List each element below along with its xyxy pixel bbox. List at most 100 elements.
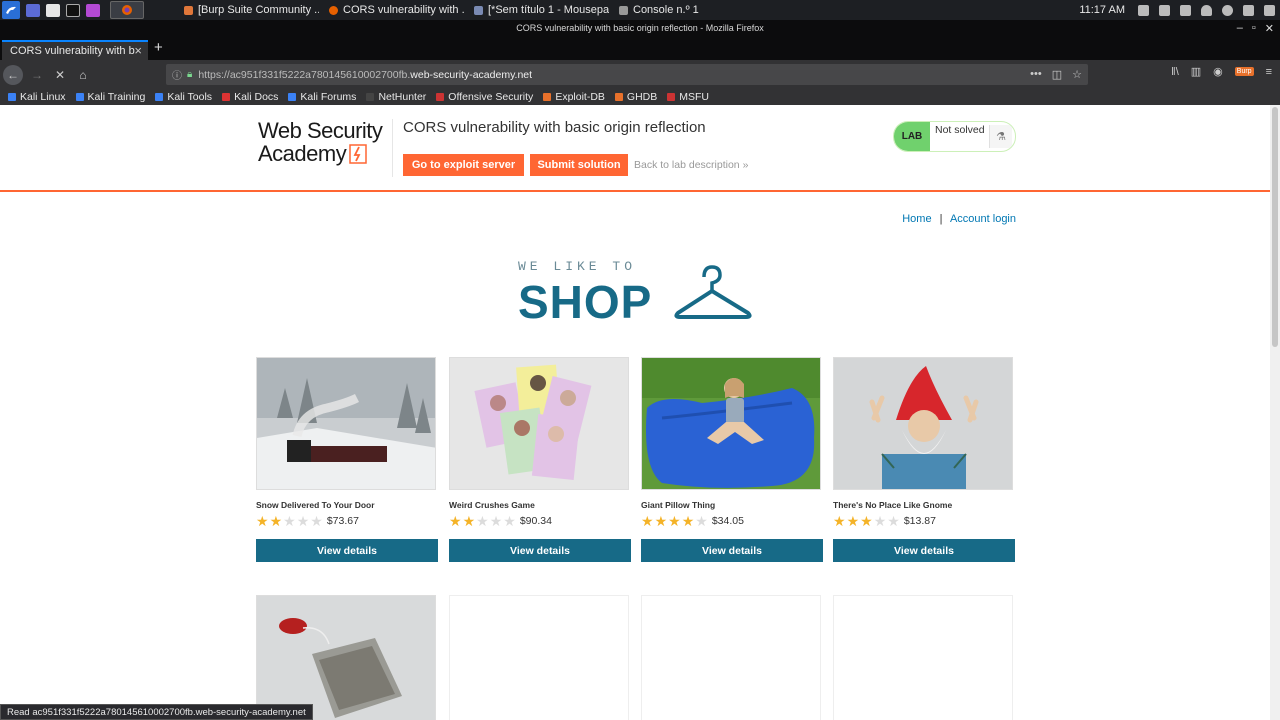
- taskbar-task[interactable]: Console n.º 1: [619, 0, 699, 20]
- star-filled-icon: ★: [833, 513, 846, 529]
- minimize-icon[interactable]: –: [1237, 22, 1243, 35]
- close-tab-icon[interactable]: ×: [134, 43, 142, 58]
- exploit-db-icon: [543, 93, 552, 101]
- clock: 11:17 AM: [1079, 4, 1125, 16]
- desktop-taskbar: [Burp Suite Community ... CORS vulnerabi…: [0, 0, 1280, 20]
- star-filled-icon: ★: [668, 513, 681, 529]
- header-divider: [392, 119, 393, 177]
- product-price: $13.87: [903, 515, 936, 527]
- lab-status-text: Not solved: [935, 124, 985, 136]
- taskbar-task[interactable]: [*Sem título 1 - Mousepa...: [474, 0, 609, 20]
- library-icon[interactable]: ‖\: [1171, 66, 1179, 78]
- product-rating: ★ ★ ★ ★ ★ $90.34: [449, 514, 552, 528]
- shop-tagline: WE LIKE TO: [518, 259, 637, 274]
- lock-screen-icon[interactable]: [1243, 4, 1254, 16]
- firefox-icon: [329, 5, 338, 15]
- new-tab-icon[interactable]: +: [154, 39, 163, 56]
- info-icon[interactable]: ⓘ: [172, 67, 182, 82]
- product-name: There's No Place Like Gnome: [833, 500, 953, 510]
- bookmark-kali-tools[interactable]: Kali Tools: [155, 91, 212, 103]
- account-login-link[interactable]: Account login: [950, 213, 1016, 225]
- forward-icon[interactable]: →: [28, 66, 46, 84]
- star-filled-icon: ★: [681, 513, 695, 529]
- home-link[interactable]: Home: [902, 213, 931, 225]
- bookmark-nethunter[interactable]: NetHunter: [366, 91, 426, 103]
- product-rating: ★ ★ ★ ★ ★ $34.05: [641, 514, 744, 528]
- product-image-giant-pillow[interactable]: [641, 357, 821, 490]
- app-launcher-icon[interactable]: [86, 3, 100, 17]
- back-to-lab-description-link[interactable]: Back to lab description »: [634, 159, 748, 171]
- terminal-launcher-icon[interactable]: [66, 3, 80, 17]
- sidebar-icon[interactable]: ▥: [1191, 65, 1201, 78]
- star-empty-icon: ★: [476, 513, 489, 529]
- product-card: Giant Pillow Thing ★ ★ ★ ★ ★ $34.05 View det…: [641, 357, 823, 567]
- kali-dragon-icon: [75, 93, 84, 101]
- bookmark-ghdb[interactable]: GHDB: [614, 91, 657, 103]
- double-chevron-icon: »: [742, 159, 749, 171]
- msfu-icon: [667, 93, 676, 101]
- product-image-tea-bag[interactable]: [256, 595, 436, 720]
- address-bar[interactable]: ⓘ 🔒︎ https://ac951f331f5222a780145610002…: [166, 64, 1088, 85]
- product-price: $73.67: [326, 515, 359, 527]
- maximize-icon[interactable]: ▫: [1252, 22, 1256, 35]
- kali-dragon-icon: [288, 93, 297, 101]
- bookmark-kali-docs[interactable]: Kali Docs: [222, 91, 278, 103]
- page-actions-icon[interactable]: •••: [1030, 68, 1042, 81]
- web-security-academy-logo[interactable]: Web Security Academy: [258, 119, 393, 179]
- page-scrollbar[interactable]: [1270, 105, 1280, 720]
- bookmark-exploit-db[interactable]: Exploit-DB: [543, 91, 605, 103]
- lock-icon[interactable]: 🔒︎: [187, 69, 192, 80]
- view-details-button[interactable]: View details: [641, 539, 823, 562]
- burp-extension-icon[interactable]: Burp: [1234, 67, 1254, 76]
- star-filled-icon: ★: [256, 513, 269, 529]
- navigation-toolbar: ← → ✕ ⌂ ⓘ 🔒︎ https://ac951f331f5222a7801…: [0, 60, 1280, 89]
- home-icon[interactable]: ⌂: [74, 66, 92, 84]
- window-titlebar: CORS vulnerability with basic origin ref…: [0, 20, 1280, 40]
- product-card-loading: [833, 595, 1013, 720]
- files-icon[interactable]: [46, 3, 60, 17]
- stop-icon[interactable]: ✕: [51, 66, 69, 84]
- product-image-gnome[interactable]: [833, 357, 1013, 490]
- firefox-launcher-icon[interactable]: [110, 1, 144, 19]
- taskbar-task[interactable]: [Burp Suite Community ...: [184, 0, 319, 20]
- back-icon[interactable]: ←: [3, 64, 23, 85]
- power-icon[interactable]: [1222, 4, 1233, 16]
- bookmark-kali-forums[interactable]: Kali Forums: [288, 91, 356, 103]
- star-filled-icon: ★: [654, 513, 668, 529]
- close-window-icon[interactable]: ✕: [1265, 22, 1274, 35]
- volume-icon[interactable]: [1180, 4, 1191, 16]
- browser-tab-active[interactable]: CORS vulnerability with b ×: [2, 40, 148, 60]
- account-icon[interactable]: ◉: [1213, 65, 1223, 78]
- bookmark-kali-linux[interactable]: Kali Linux: [8, 91, 66, 103]
- kali-menu-icon[interactable]: [2, 1, 20, 19]
- product-image-cards[interactable]: [449, 357, 629, 490]
- scrollbar-thumb[interactable]: [1272, 107, 1278, 347]
- bookmark-star-icon[interactable]: ☆: [1072, 68, 1082, 81]
- bookmark-msfu[interactable]: MSFU: [667, 91, 709, 103]
- star-empty-icon: ★: [283, 513, 296, 529]
- desktop-icon[interactable]: [26, 3, 40, 17]
- camera-icon[interactable]: [1138, 4, 1149, 16]
- submit-solution-button[interactable]: Submit solution: [530, 154, 628, 176]
- bookmarks-toolbar: Kali Linux Kali Training Kali Tools Kali…: [0, 89, 1280, 105]
- view-details-button[interactable]: View details: [833, 539, 1015, 562]
- notification-bell-icon[interactable]: [1201, 4, 1212, 16]
- view-details-button[interactable]: View details: [449, 539, 631, 562]
- go-to-exploit-server-button[interactable]: Go to exploit server: [403, 154, 524, 176]
- logout-icon[interactable]: [1264, 4, 1275, 16]
- product-rating: ★ ★ ★ ★ ★ $73.67: [256, 514, 359, 528]
- nav-separator: |: [939, 213, 943, 225]
- url-text[interactable]: https://ac951f331f5222a780145610002700fb…: [198, 69, 532, 81]
- product-image-snow-train[interactable]: [256, 357, 436, 490]
- view-details-button[interactable]: View details: [256, 539, 438, 562]
- nethunter-icon: [366, 93, 375, 101]
- menu-icon[interactable]: ≡: [1266, 66, 1272, 78]
- taskbar-task[interactable]: CORS vulnerability with ...: [329, 0, 464, 20]
- bookmark-offensive-security[interactable]: Offensive Security: [436, 91, 533, 103]
- product-name: Giant Pillow Thing: [641, 500, 716, 510]
- offsec-icon: [436, 93, 445, 101]
- bookmark-kali-training[interactable]: Kali Training: [75, 91, 145, 103]
- pocket-icon[interactable]: ◫: [1052, 68, 1062, 81]
- star-filled-icon: ★: [641, 513, 654, 529]
- network-icon[interactable]: [1159, 4, 1170, 16]
